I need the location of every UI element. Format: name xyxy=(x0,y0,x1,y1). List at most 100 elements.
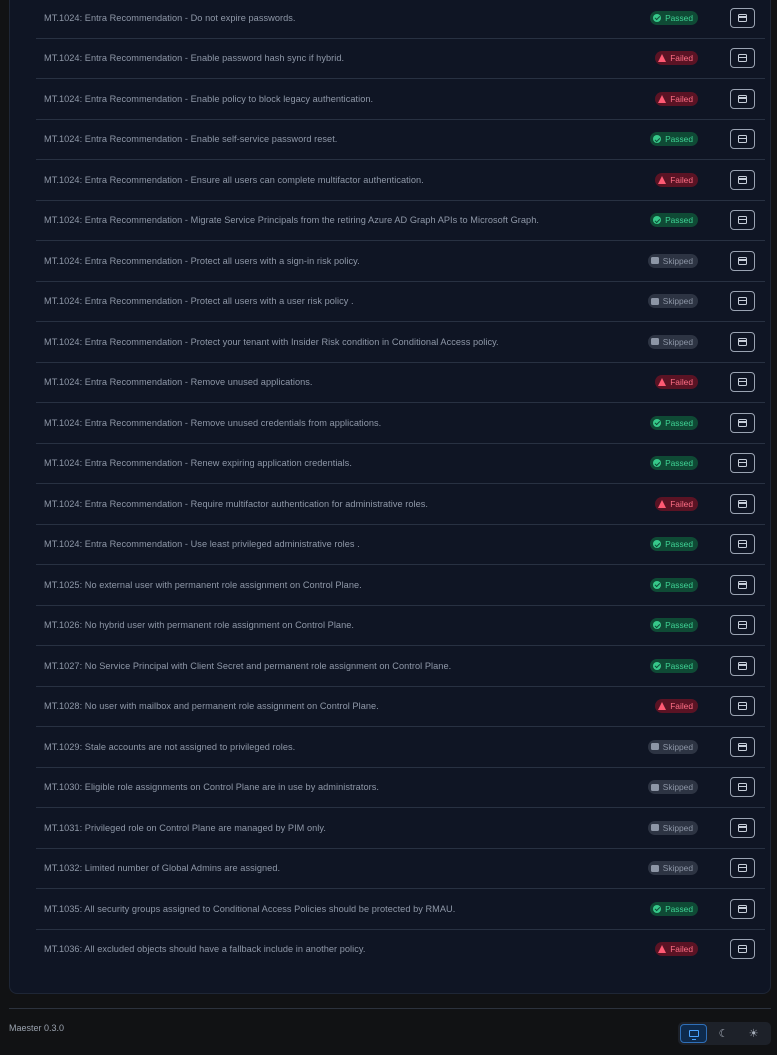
status-label: Skipped xyxy=(662,822,693,833)
status-label: Skipped xyxy=(662,296,693,307)
test-row: MT.1024: Entra Recommendation - Enable p… xyxy=(36,78,765,119)
test-row: MT.1029: Stale accounts are not assigned… xyxy=(36,726,765,767)
test-row: MT.1024: Entra Recommendation - Enable s… xyxy=(36,118,765,160)
view-details-button[interactable] xyxy=(730,291,755,312)
view-details-button[interactable] xyxy=(730,210,755,231)
view-details-button[interactable] xyxy=(730,696,755,717)
view-details-button[interactable] xyxy=(730,129,755,150)
status-label: Failed xyxy=(670,93,693,104)
test-title: MT.1030: Eligible role assignments on Co… xyxy=(44,782,379,793)
details-panel-icon xyxy=(738,297,747,306)
view-details-button[interactable] xyxy=(730,615,755,636)
view-details-button[interactable] xyxy=(730,493,755,514)
test-title: MT.1035: All security groups assigned to… xyxy=(44,903,456,914)
details-panel-icon xyxy=(738,499,747,508)
details-panel-icon xyxy=(738,945,747,954)
status-label: Failed xyxy=(670,377,693,388)
test-title: MT.1029: Stale accounts are not assigned… xyxy=(44,741,296,752)
theme-system-button[interactable] xyxy=(680,1024,707,1043)
test-title: MT.1024: Entra Recommendation - Enable p… xyxy=(44,53,345,64)
status-badge-passed: Passed xyxy=(650,901,698,916)
warning-triangle-icon xyxy=(658,378,667,387)
status-label: Failed xyxy=(670,53,693,64)
test-row: MT.1024: Entra Recommendation - Protect … xyxy=(36,240,765,281)
view-details-button[interactable] xyxy=(730,736,755,757)
test-row: MT.1027: No Service Principal with Clien… xyxy=(36,645,765,686)
view-details-button[interactable] xyxy=(730,372,755,393)
warning-triangle-icon xyxy=(658,175,667,184)
view-details-button[interactable] xyxy=(730,7,755,28)
view-details-button[interactable] xyxy=(730,534,755,555)
test-title: MT.1024: Entra Recommendation - Require … xyxy=(44,498,429,509)
view-details-button[interactable] xyxy=(730,817,755,838)
view-details-button[interactable] xyxy=(730,898,755,919)
test-title: MT.1036: All excluded objects should hav… xyxy=(44,944,366,955)
details-panel-icon xyxy=(738,216,747,225)
details-panel-icon xyxy=(738,661,747,670)
test-row: MT.1024: Entra Recommendation - Renew ex… xyxy=(36,442,765,484)
status-label: Passed xyxy=(665,458,693,469)
check-circle-icon xyxy=(653,621,662,630)
status-badge-passed: Passed xyxy=(650,456,698,471)
status-badge-failed: Failed xyxy=(655,91,698,106)
details-panel-icon xyxy=(738,459,747,468)
theme-dark-button[interactable]: ☾ xyxy=(710,1024,737,1043)
view-details-button[interactable] xyxy=(730,48,755,69)
status-label: Skipped xyxy=(662,782,693,793)
status-badge-failed: Failed xyxy=(655,172,698,187)
status-label: Passed xyxy=(665,134,693,145)
monitor-icon xyxy=(688,1030,699,1040)
view-details-button[interactable] xyxy=(730,574,755,595)
test-title: MT.1024: Entra Recommendation - Do not e… xyxy=(44,12,296,23)
details-panel-icon xyxy=(738,175,747,184)
test-title: MT.1031: Privileged role on Control Plan… xyxy=(44,822,326,833)
status-label: Failed xyxy=(670,174,693,185)
view-details-button[interactable] xyxy=(730,453,755,474)
details-panel-icon xyxy=(738,580,747,589)
test-title: MT.1024: Entra Recommendation - Enable s… xyxy=(44,134,338,145)
view-details-button[interactable] xyxy=(730,939,755,960)
test-results-list: MT.1024: Entra Recommendation - Do not e… xyxy=(36,0,765,969)
check-circle-icon xyxy=(653,418,662,427)
test-title: MT.1024: Entra Recommendation - Protect … xyxy=(44,255,360,266)
test-results-panel: MT.1024: Entra Recommendation - Do not e… xyxy=(9,0,771,994)
check-circle-icon xyxy=(653,580,662,589)
details-panel-icon xyxy=(738,864,747,873)
status-badge-passed: Passed xyxy=(650,577,698,592)
warning-triangle-icon xyxy=(658,499,667,508)
test-row: MT.1024: Entra Recommendation - Do not e… xyxy=(36,0,765,38)
test-row: MT.1025: No external user with permanent… xyxy=(36,564,765,605)
test-title: MT.1024: Entra Recommendation - Remove u… xyxy=(44,417,382,428)
test-row: MT.1035: All security groups assigned to… xyxy=(36,888,765,929)
view-details-button[interactable] xyxy=(730,331,755,352)
status-label: Failed xyxy=(670,498,693,509)
status-badge-skipped: Skipped xyxy=(647,334,698,349)
view-details-button[interactable] xyxy=(730,777,755,798)
status-badge-skipped: Skipped xyxy=(647,253,698,268)
view-details-button[interactable] xyxy=(730,655,755,676)
status-badge-failed: Failed xyxy=(655,496,698,511)
status-label: Failed xyxy=(670,944,693,955)
test-title: MT.1024: Entra Recommendation - Renew ex… xyxy=(44,458,352,469)
check-circle-icon xyxy=(653,904,662,913)
status-label: Skipped xyxy=(662,336,693,347)
view-details-button[interactable] xyxy=(730,250,755,271)
status-badge-failed: Failed xyxy=(655,699,698,714)
status-badge-passed: Passed xyxy=(650,618,698,633)
test-title: MT.1025: No external user with permanent… xyxy=(44,579,362,590)
archive-icon xyxy=(650,743,659,751)
status-label: Passed xyxy=(665,620,693,631)
test-row: MT.1028: No user with mailbox and perman… xyxy=(36,685,765,727)
test-title: MT.1024: Entra Recommendation - Migrate … xyxy=(44,215,539,226)
view-details-button[interactable] xyxy=(730,858,755,879)
test-row: MT.1024: Entra Recommendation - Protect … xyxy=(36,280,765,322)
status-badge-passed: Passed xyxy=(650,658,698,673)
test-title: MT.1027: No Service Principal with Clien… xyxy=(44,660,452,671)
view-details-button[interactable] xyxy=(730,412,755,433)
theme-switcher: ☾ ☀ xyxy=(678,1022,771,1045)
theme-light-button[interactable]: ☀ xyxy=(740,1024,767,1043)
archive-icon xyxy=(650,783,659,791)
view-details-button[interactable] xyxy=(730,88,755,109)
archive-icon xyxy=(650,297,659,305)
view-details-button[interactable] xyxy=(730,169,755,190)
